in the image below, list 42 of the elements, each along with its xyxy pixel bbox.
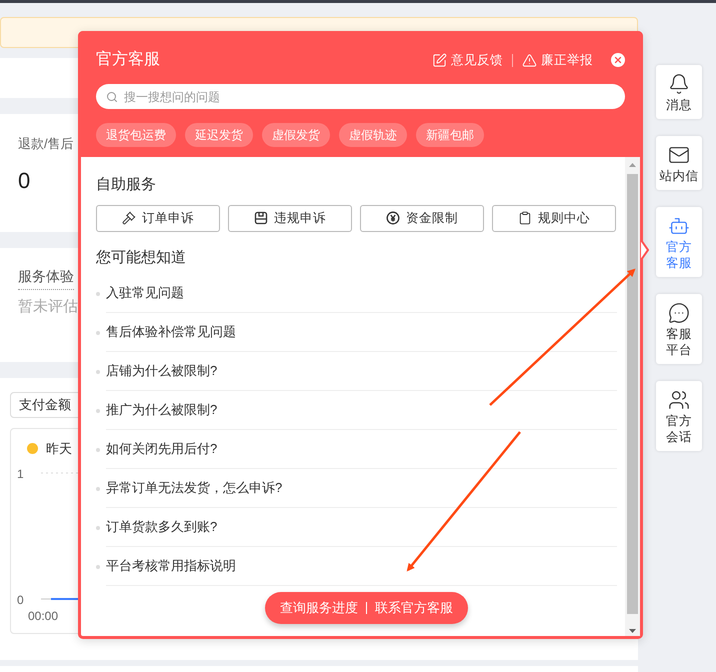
mail-icon bbox=[668, 144, 690, 166]
chat-bubble-icon bbox=[668, 302, 690, 324]
search-field[interactable]: 搜一搜想问的问题 bbox=[96, 84, 625, 109]
faq-link[interactable]: 如何关闭先用后付? bbox=[106, 439, 218, 459]
refund-value: 0 bbox=[18, 166, 30, 194]
faq-link[interactable]: 订单货款多久到账? bbox=[106, 517, 218, 537]
faq-link[interactable]: 异常订单无法发货，怎么申诉? bbox=[106, 478, 282, 498]
faq-link[interactable]: 售后体验补偿常见问题 bbox=[106, 322, 236, 342]
legend-label: 昨天 bbox=[46, 440, 72, 458]
refund-label: 退款/售后 bbox=[18, 135, 74, 153]
clipboard-icon bbox=[518, 211, 532, 225]
bell-icon bbox=[668, 73, 690, 95]
users-icon bbox=[668, 389, 690, 411]
edit-icon bbox=[432, 52, 447, 68]
section-title: 您可能想知道 bbox=[96, 248, 186, 268]
axis-tick-label: 0 bbox=[17, 592, 24, 609]
service-button[interactable]: 订单申诉 bbox=[96, 204, 220, 232]
axis-tick-label: 1 bbox=[17, 466, 24, 483]
robot-icon bbox=[668, 215, 690, 237]
service-button[interactable]: 资金限制 bbox=[360, 204, 484, 232]
service-status: 暂未评估 bbox=[18, 297, 78, 317]
popup-title: 官方客服 bbox=[96, 50, 160, 70]
close-icon bbox=[613, 55, 623, 65]
service-button[interactable]: 规则中心 bbox=[492, 204, 616, 232]
yen-coin-icon bbox=[386, 211, 400, 225]
faq-link[interactable]: 店铺为什么被限制? bbox=[106, 361, 218, 381]
sidebar-item[interactable]: 官方客服 bbox=[656, 207, 702, 277]
sidebar-item[interactable]: 站内信 bbox=[656, 136, 702, 190]
search-icon bbox=[106, 90, 118, 102]
axis-tick-label: 00:00 bbox=[28, 608, 58, 625]
sidebar-item[interactable]: 消息 bbox=[656, 65, 702, 119]
sidebar-item[interactable]: 官方会话 bbox=[656, 381, 702, 451]
service-label: 服务体验 bbox=[18, 266, 74, 290]
warning-icon bbox=[522, 52, 537, 68]
hammer-icon bbox=[122, 211, 136, 225]
faq-link[interactable]: 平台考核常用指标说明 bbox=[106, 556, 236, 576]
service-button[interactable]: 违规申诉 bbox=[228, 204, 352, 232]
scrollbar[interactable] bbox=[625, 157, 640, 636]
close-button[interactable] bbox=[611, 53, 625, 67]
faq-link[interactable]: 入驻常见问题 bbox=[106, 283, 184, 303]
sidebar-item[interactable]: 客服平台 bbox=[656, 294, 702, 364]
section-title: 自助服务 bbox=[96, 175, 156, 195]
